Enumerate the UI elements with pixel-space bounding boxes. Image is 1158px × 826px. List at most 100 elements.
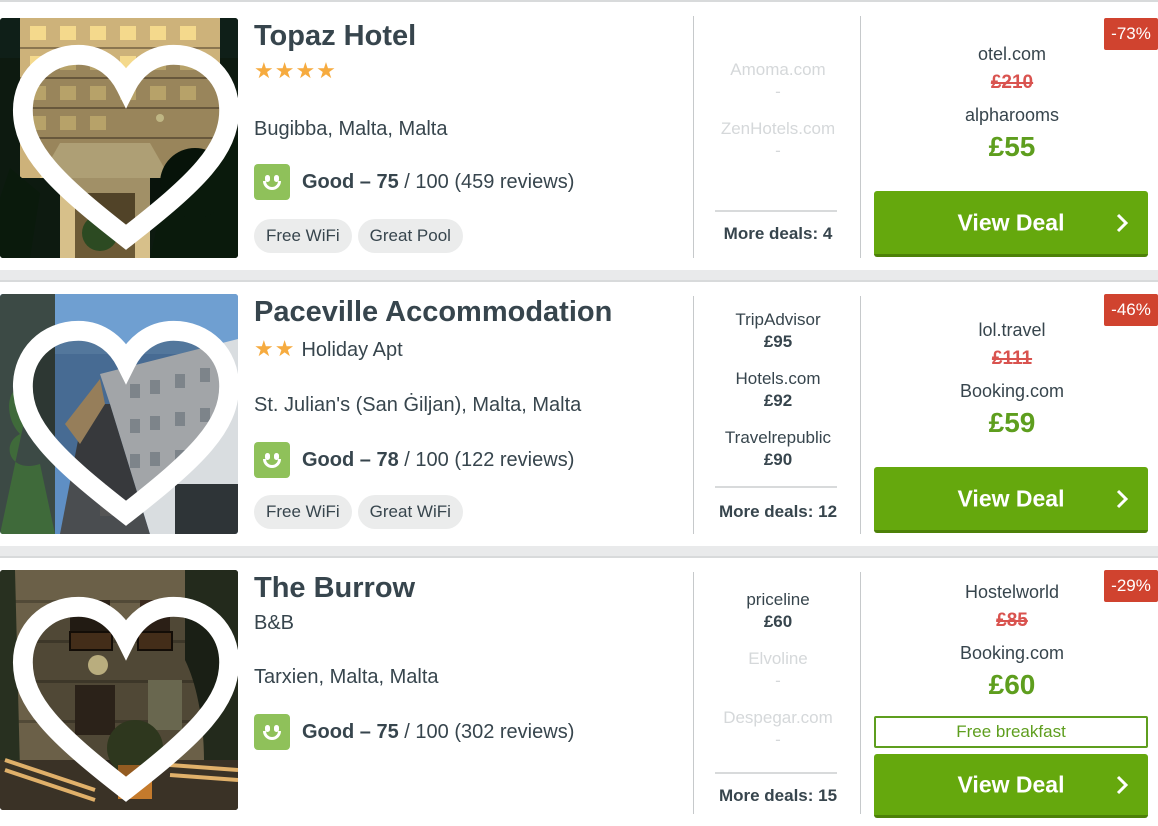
discount-badge: -73%	[1104, 18, 1158, 50]
heart-outline-icon[interactable]	[7, 306, 238, 534]
smiley-face-icon	[254, 164, 290, 200]
deal-price: £92	[763, 391, 793, 410]
deal-price: -	[775, 141, 781, 160]
divider	[860, 296, 861, 534]
deal-provider: Amoma.com	[730, 60, 826, 79]
deal-provider: priceline	[746, 590, 810, 609]
more-deals-link[interactable]: More deals: 15	[697, 786, 859, 806]
amenity-tag: Great WiFi	[357, 495, 463, 529]
review-rating[interactable]: Good – 75 / 100 (302 reviews)	[254, 714, 574, 750]
old-price: £210	[990, 72, 1034, 93]
hotel-card[interactable]: Paceville Accommodation ★★ Holiday Apt St…	[0, 280, 1158, 546]
deal-row[interactable]: Travelrepublic £90	[697, 428, 859, 470]
deal-price: £59	[988, 407, 1036, 438]
deal-price: £90	[763, 450, 793, 469]
deal-price: £60	[763, 612, 793, 631]
hotel-photo[interactable]	[0, 18, 238, 258]
deal-row[interactable]: Amoma.com -	[697, 60, 859, 102]
old-price: £85	[996, 610, 1028, 631]
discount-badge: -46%	[1104, 294, 1158, 326]
divider	[715, 210, 837, 212]
rating-text: Good – 75 / 100 (459 reviews)	[302, 170, 575, 193]
divider	[693, 16, 694, 258]
chevron-right-icon	[1116, 489, 1129, 508]
deal-price: £60	[988, 669, 1036, 700]
hotel-info: Topaz Hotel ★★★★ Bugibba, Malta, Malta G…	[254, 2, 684, 270]
deal-price: £55	[988, 131, 1036, 162]
property-type: Holiday Apt	[301, 339, 403, 361]
amenity-tag: Free WiFi	[254, 219, 352, 253]
divider	[693, 296, 694, 534]
hotel-info: The Burrow B&B Tarxien, Malta, Malta Goo…	[254, 558, 684, 826]
review-rating[interactable]: Good – 75 / 100 (459 reviews)	[254, 164, 574, 200]
view-deal-button[interactable]: View Deal	[874, 754, 1148, 818]
view-deal-label: View Deal	[957, 771, 1065, 797]
deal-price: -	[775, 730, 781, 749]
other-deals: priceline £60 Elvoline - Despegar.com - …	[697, 558, 859, 826]
deal-price: -	[775, 82, 781, 101]
view-deal-button[interactable]: View Deal	[874, 191, 1148, 257]
divider	[715, 486, 837, 488]
deal-provider: TripAdvisor	[735, 310, 821, 329]
divider	[693, 572, 694, 814]
deal-site: Booking.com	[959, 643, 1065, 663]
stars-icon: ★★★★	[254, 58, 337, 83]
free-breakfast-tag: Free breakfast	[874, 716, 1148, 748]
deal-row[interactable]: Despegar.com -	[697, 708, 859, 750]
stars-icon: ★★	[254, 336, 296, 361]
view-deal-button[interactable]: View Deal	[874, 467, 1148, 533]
deal-row[interactable]: TripAdvisor £95	[697, 310, 859, 352]
rating-text: Good – 78 / 100 (122 reviews)	[302, 448, 575, 471]
review-rating[interactable]: Good – 78 / 100 (122 reviews)	[254, 442, 574, 478]
amenity-tag: Great Pool	[357, 219, 463, 253]
more-deals-link[interactable]: More deals: 4	[697, 224, 859, 244]
hotel-name[interactable]: Topaz Hotel	[254, 20, 416, 53]
amenity-tags: Free WiFi Great WiFi	[254, 495, 463, 529]
divider	[860, 16, 861, 258]
property-type: B&B	[254, 612, 295, 634]
divider	[860, 572, 861, 814]
deal-row[interactable]: ZenHotels.com -	[697, 119, 859, 161]
old-price: £111	[991, 348, 1033, 369]
view-deal-label: View Deal	[957, 209, 1065, 235]
hotel-card[interactable]: Topaz Hotel ★★★★ Bugibba, Malta, Malta G…	[0, 0, 1158, 270]
hotel-photo[interactable]	[0, 294, 238, 534]
deal-price: £95	[763, 332, 793, 351]
deal-provider: Hotels.com	[735, 369, 821, 388]
hotel-name[interactable]: Paceville Accommodation	[254, 296, 612, 329]
deal-site: alpharooms	[964, 105, 1060, 125]
discount-badge: -29%	[1104, 570, 1158, 602]
deal-provider: Travelrepublic	[724, 428, 832, 447]
hotel-results-list: Topaz Hotel ★★★★ Bugibba, Malta, Malta G…	[0, 0, 1158, 826]
deal-provider: Elvoline	[748, 649, 808, 668]
chevron-right-icon	[1116, 775, 1129, 794]
hotel-name[interactable]: The Burrow	[254, 572, 415, 605]
hotel-info: Paceville Accommodation ★★ Holiday Apt St…	[254, 282, 684, 546]
deal-provider: ZenHotels.com	[720, 119, 836, 138]
heart-outline-icon[interactable]	[7, 30, 238, 258]
smiley-face-icon	[254, 714, 290, 750]
amenity-tag: Free WiFi	[254, 495, 352, 529]
deal-row[interactable]: Elvoline -	[697, 649, 859, 691]
star-rating: ★★★★	[254, 58, 337, 84]
hotel-card[interactable]: The Burrow B&B Tarxien, Malta, Malta Goo…	[0, 556, 1158, 826]
deal-row[interactable]: Hotels.com £92	[697, 369, 859, 411]
hotel-location: St. Julian's (San Ġiljan), Malta, Malta	[254, 394, 582, 416]
divider	[715, 772, 837, 774]
other-deals: Amoma.com - ZenHotels.com - More deals: …	[697, 2, 859, 270]
star-rating: ★★ Holiday Apt	[254, 336, 403, 362]
heart-outline-icon[interactable]	[7, 582, 238, 810]
hotel-location: Tarxien, Malta, Malta	[254, 666, 439, 688]
rating-text: Good – 75 / 100 (302 reviews)	[302, 720, 575, 743]
more-deals-link[interactable]: More deals: 12	[697, 502, 859, 522]
hotel-photo[interactable]	[0, 570, 238, 810]
amenity-tags: Free WiFi Great Pool	[254, 219, 463, 253]
hotel-location: Bugibba, Malta, Malta	[254, 118, 448, 140]
deal-site: Booking.com	[959, 381, 1065, 401]
chevron-right-icon	[1116, 213, 1129, 232]
deal-row[interactable]: priceline £60	[697, 590, 859, 632]
view-deal-label: View Deal	[957, 485, 1065, 511]
deal-provider: Despegar.com	[723, 708, 833, 727]
deal-price: -	[775, 671, 781, 690]
smiley-face-icon	[254, 442, 290, 478]
